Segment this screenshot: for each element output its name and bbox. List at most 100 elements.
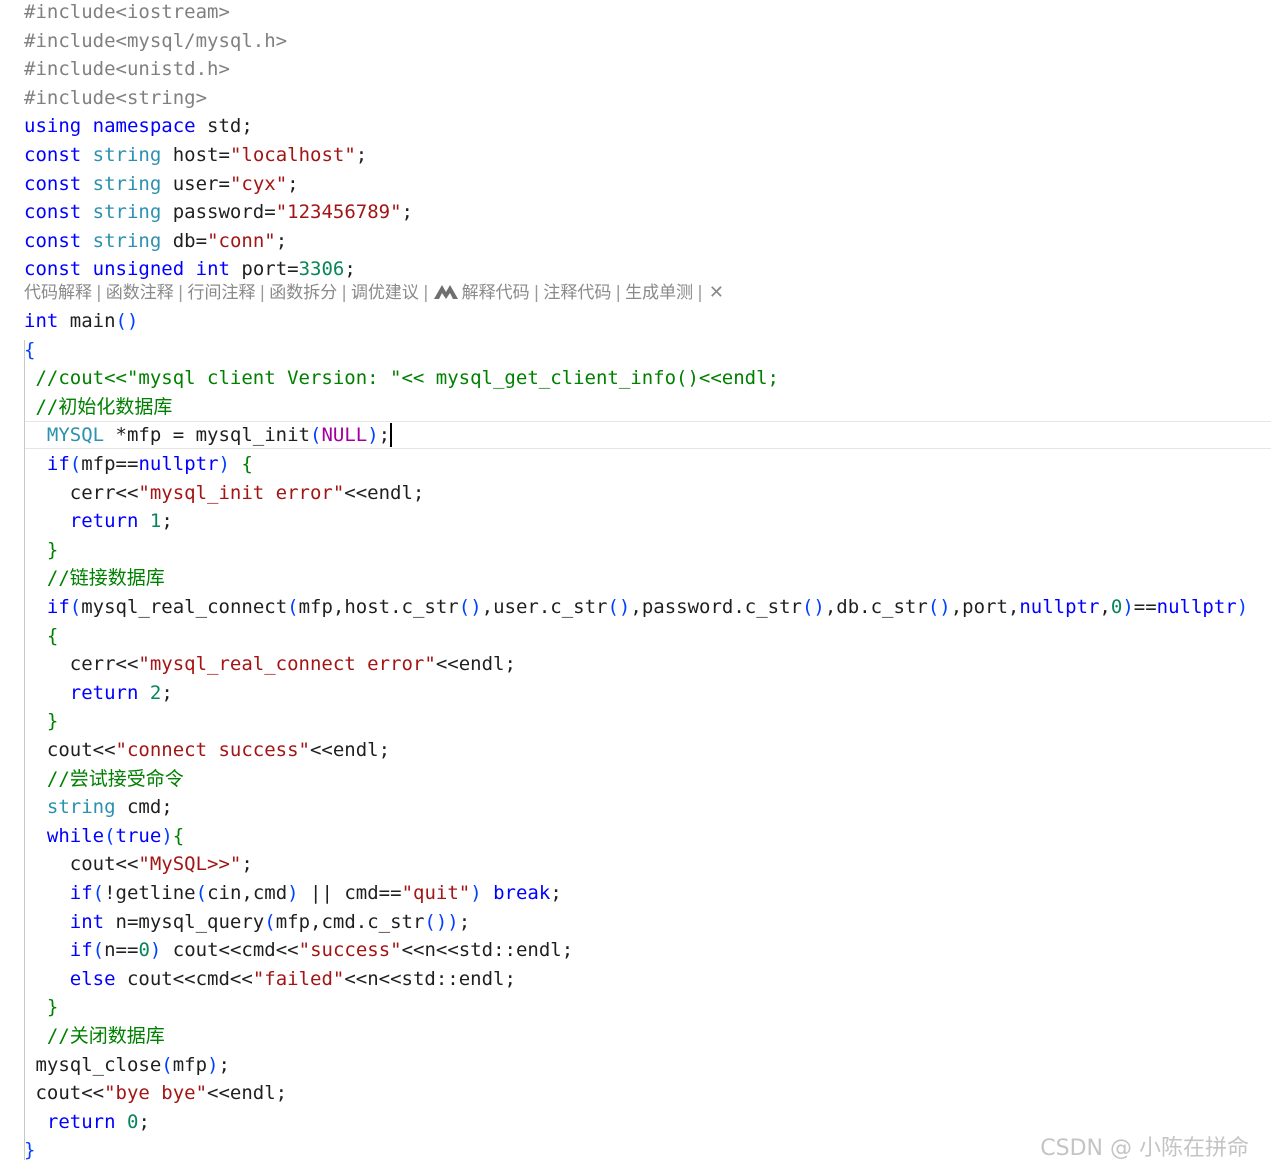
code-line[interactable]: if(mysql_real_connect(mfp,host.c_str(),u… — [24, 593, 1248, 621]
code-line[interactable]: cout<<"connect success"<<endl; — [24, 736, 390, 764]
string-token: "conn" — [207, 229, 276, 252]
code-line[interactable]: } — [24, 536, 58, 564]
codelens-item-tuning-advice[interactable]: 调优建议 — [351, 283, 419, 303]
code-line[interactable]: } — [24, 1136, 35, 1164]
code-token: ,port, — [950, 596, 1020, 618]
code-line[interactable]: while(true){ — [24, 822, 184, 850]
code-line[interactable]: //cout<<"mysql client Version: "<< mysql… — [24, 364, 779, 392]
code-line[interactable]: { — [24, 622, 58, 650]
type-token: string — [92, 172, 162, 195]
string-token: "localhost" — [229, 144, 356, 166]
bracket-token: () — [115, 310, 139, 332]
comment-token: //链接数据库 — [24, 567, 165, 590]
bracket-token: ) — [207, 1053, 219, 1076]
code-token: n=mysql_query — [104, 910, 265, 933]
bracket-token: ) — [161, 824, 173, 847]
bracket-token: ( — [69, 596, 82, 618]
code-line[interactable]: return 1; — [24, 507, 173, 535]
code-token: *mfp = mysql_init — [104, 424, 310, 447]
codelens-item-code-explain[interactable]: 代码解释 — [24, 283, 92, 303]
code-token: ; — [550, 882, 562, 904]
bracket-token: ) — [218, 453, 230, 475]
code-token: ; — [355, 144, 368, 166]
code-line[interactable]: using namespace std; — [24, 112, 253, 140]
code-line[interactable]: const unsigned int port=3306; — [24, 255, 356, 283]
code-line[interactable]: #include<iostream> — [24, 0, 230, 26]
code-token: <<endl; — [435, 653, 516, 676]
codelens-item-function-split[interactable]: 函数拆分 — [269, 283, 337, 303]
code-line[interactable]: //尝试接受命令 — [24, 765, 184, 793]
code-token: ; — [161, 510, 173, 533]
codelens-item-function-comment[interactable]: 函数注释 — [106, 283, 174, 303]
code-line[interactable]: #include<mysql/mysql.h> — [24, 27, 287, 55]
codelens-separator: | — [422, 283, 429, 303]
code-token: cout<<cmd<< — [115, 967, 253, 990]
code-line[interactable]: //链接数据库 — [24, 564, 165, 592]
code-token: ; — [287, 172, 299, 195]
keyword-token: int — [69, 910, 105, 933]
code-token: cout<< — [24, 1082, 105, 1105]
code-line[interactable]: const string password="123456789"; — [24, 198, 413, 226]
keyword-token: true — [115, 824, 162, 847]
code-token: cerr<< — [24, 481, 139, 504]
code-line[interactable]: //初始化数据库 — [24, 393, 172, 421]
comment-token: { — [241, 453, 253, 475]
string-token: "mysql_real_connect error" — [138, 653, 436, 676]
code-line[interactable]: #include<string> — [24, 84, 207, 112]
code-token: mfp — [172, 1053, 208, 1076]
bracket-token: ) — [149, 939, 162, 962]
close-icon[interactable]: ✕ — [707, 281, 724, 305]
code-line[interactable]: const string db="conn"; — [24, 227, 287, 255]
code-line[interactable]: cerr<<"mysql_real_connect error"<<endl; — [24, 650, 516, 678]
codelens-item-generate-unit-test[interactable]: 生成单测 — [625, 283, 693, 303]
code-token: ,user.c_str — [481, 596, 608, 618]
code-line[interactable]: if(!getline(cin,cmd) || cmd=="quit") bre… — [24, 879, 562, 907]
code-line[interactable]: int main() — [24, 307, 138, 335]
keyword-token: break — [493, 882, 551, 904]
code-line[interactable]: if(n==0) cout<<cmd<<"success"<<n<<std::e… — [24, 936, 573, 964]
code-token: host= — [161, 144, 230, 166]
codelens-item-comment-code[interactable]: 注释代码 — [543, 283, 611, 303]
code-line[interactable]: const string host="localhost"; — [24, 141, 367, 169]
code-token: <<endl; — [344, 481, 425, 504]
code-line[interactable]: #include<unistd.h> — [24, 55, 230, 83]
bracket-token: ( — [264, 910, 276, 933]
keyword-token: if — [69, 882, 93, 904]
code-line[interactable]: string cmd; — [24, 793, 173, 821]
code-line[interactable]: return 0; — [24, 1108, 150, 1136]
codelens-item-inline-comment[interactable]: 行间注释 — [187, 283, 255, 303]
code-line[interactable]: cout<<"MySQL>>"; — [24, 850, 253, 878]
code-line[interactable]: mysql_close(mfp); — [24, 1051, 230, 1079]
code-line[interactable]: return 2; — [24, 679, 173, 707]
code-line[interactable]: if(mfp==nullptr) { — [24, 450, 253, 478]
code-line[interactable]: } — [24, 707, 58, 735]
code-line[interactable]: //关闭数据库 — [24, 1022, 165, 1050]
type-token: string — [46, 796, 116, 819]
code-line[interactable]: cerr<<"mysql_init error"<<endl; — [24, 479, 425, 507]
code-line[interactable]: else cout<<cmd<<"failed"<<n<<std::endl; — [24, 965, 516, 993]
code-line[interactable]: MYSQL *mfp = mysql_init(NULL); — [24, 421, 390, 449]
macro-token: NULL — [321, 424, 368, 447]
bracket-token: { — [24, 338, 36, 361]
code-line[interactable]: } — [24, 993, 58, 1021]
codelens-separator: | — [341, 283, 347, 303]
bracket-token: ( — [310, 424, 322, 447]
code-editor[interactable]: #include<iostream> #include<mysql/mysql.h… — [0, 0, 1271, 1168]
code-line[interactable]: int n=mysql_query(mfp,cmd.c_str()); — [24, 908, 470, 936]
code-token: db= — [161, 229, 208, 252]
code-token: , — [1099, 596, 1111, 618]
code-line[interactable]: const string user="cyx"; — [24, 170, 299, 198]
bracket-token: ( — [92, 882, 105, 904]
codelens-item-explain-code[interactable]: 解释代码 — [462, 283, 530, 303]
code-token: cmd; — [115, 796, 173, 819]
comment-token: { — [46, 624, 59, 647]
code-line[interactable]: { — [24, 336, 35, 364]
code-line[interactable]: cout<<"bye bye"<<endl; — [24, 1079, 287, 1107]
